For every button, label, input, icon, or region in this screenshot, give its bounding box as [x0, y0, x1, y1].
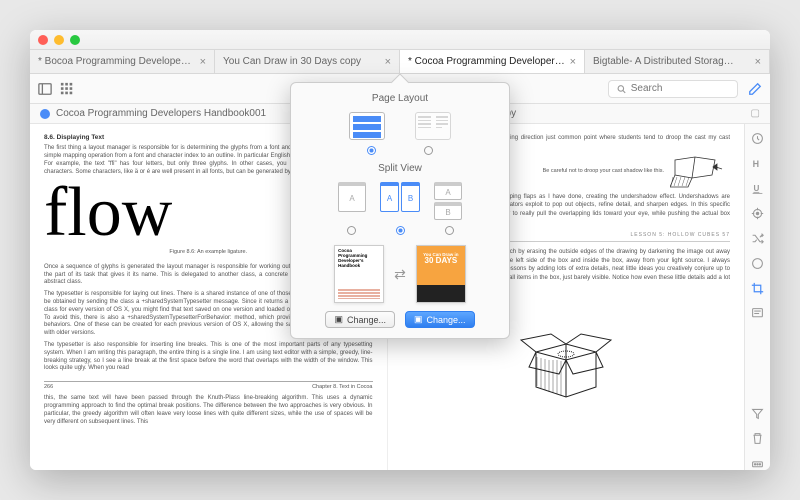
split-none[interactable]: A — [338, 182, 366, 212]
crop-icon[interactable] — [751, 282, 764, 295]
body-text: this, the same text will have been passe… — [44, 395, 373, 426]
split-radio-vertical[interactable] — [445, 226, 454, 235]
filter-icon[interactable] — [751, 407, 764, 420]
button-label: Change... — [347, 315, 386, 325]
split-horizontal[interactable]: AB — [380, 182, 420, 212]
target-icon[interactable] — [751, 207, 764, 220]
search-input[interactable] — [631, 83, 729, 94]
svg-text:U: U — [753, 184, 759, 193]
tab-label: * Bocoa Programming Develope… — [38, 56, 191, 67]
grid-view-icon[interactable] — [60, 82, 74, 96]
layout-popover: Page Layout Split View A AB AB Cocoa Pro… — [290, 82, 510, 339]
tab-label: You Can Draw in 30 Days copy — [223, 56, 361, 67]
doc-thumbnail-left[interactable]: Cocoa Programming Developer's Handbook — [334, 245, 384, 303]
layout-radio-double[interactable] — [424, 146, 433, 155]
tab-label: Bigtable- A Distributed Storag… — [593, 56, 734, 67]
close-icon[interactable]: × — [200, 56, 206, 68]
close-icon[interactable]: × — [755, 56, 761, 68]
pane-label: B — [434, 202, 462, 220]
options-icon[interactable] — [751, 457, 764, 470]
app-window: * Bocoa Programming Develope… × You Can D… — [30, 30, 770, 470]
trash-icon[interactable] — [751, 432, 764, 445]
pane-label: A — [338, 182, 366, 212]
sketch-open-box — [511, 312, 621, 402]
tab-bar: * Bocoa Programming Develope… × You Can D… — [30, 50, 770, 74]
minimize-window[interactable] — [54, 35, 64, 45]
button-label: Change... — [427, 315, 466, 325]
underline-icon[interactable]: U — [751, 182, 764, 195]
layout-radio-single[interactable] — [367, 146, 376, 155]
close-icon[interactable]: × — [385, 56, 391, 68]
zoom-window[interactable] — [70, 35, 80, 45]
circle-icon[interactable] — [751, 257, 764, 270]
folder-icon[interactable]: ▢ — [751, 108, 760, 119]
folder-icon: ▣ — [334, 314, 343, 325]
thumb-title: Cocoa Programming Developer's Handbook — [338, 249, 380, 269]
left-doc-title: Cocoa Programming Developers Handbook001 — [56, 108, 266, 119]
heading-icon[interactable]: H — [751, 157, 764, 170]
folder-icon: ▣ — [414, 314, 423, 325]
tab-label: * Cocoa Programming Developer… — [408, 56, 565, 67]
popover-section-title: Split View — [291, 163, 509, 174]
clock-icon[interactable] — [751, 132, 764, 145]
sketch-box-shadow — [670, 155, 730, 189]
popover-section-title: Page Layout — [291, 93, 509, 104]
chapter-title: Chapter 8. Text in Cocoa — [312, 384, 372, 391]
layout-double-page[interactable] — [415, 112, 451, 140]
tab-0[interactable]: * Bocoa Programming Develope… × — [30, 50, 215, 73]
split-radio-none[interactable] — [347, 226, 356, 235]
pane-label: A — [380, 182, 399, 212]
pane-label: B — [401, 182, 420, 212]
body-text: The typesetter is also responsible for i… — [44, 342, 373, 373]
page-footer: 266 Chapter 8. Text in Cocoa — [44, 381, 373, 391]
note-icon[interactable] — [751, 307, 764, 320]
split-vertical[interactable]: AB — [434, 182, 462, 220]
shuffle-icon[interactable] — [751, 232, 764, 245]
right-toolbar: H U — [744, 124, 770, 470]
doc-thumbnail-right[interactable]: You Can Draw in 30 DAYS — [416, 245, 466, 303]
search-field[interactable] — [608, 80, 738, 98]
tab-2[interactable]: * Cocoa Programming Developer… × — [400, 50, 585, 73]
sidebar-toggle-icon[interactable] — [38, 82, 52, 96]
titlebar — [30, 30, 770, 50]
split-radio-horizontal[interactable] — [396, 226, 405, 235]
change-left-button[interactable]: ▣ Change... — [325, 311, 395, 328]
thumb-title: 30 DAYS — [425, 257, 458, 265]
tab-3[interactable]: Bigtable- A Distributed Storag… × — [585, 50, 770, 73]
page-number: 266 — [44, 384, 53, 391]
change-right-button[interactable]: ▣ Change... — [405, 311, 475, 328]
search-icon — [617, 84, 626, 94]
close-window[interactable] — [38, 35, 48, 45]
app-badge-icon — [40, 109, 50, 119]
close-icon[interactable]: × — [570, 56, 576, 68]
swap-icon[interactable]: ⇄ — [394, 266, 406, 283]
svg-text:H: H — [753, 159, 759, 169]
annotate-icon[interactable] — [748, 82, 762, 96]
tab-1[interactable]: You Can Draw in 30 Days copy × — [215, 50, 400, 73]
pane-label: A — [434, 182, 462, 200]
layout-single-page[interactable] — [349, 112, 385, 140]
